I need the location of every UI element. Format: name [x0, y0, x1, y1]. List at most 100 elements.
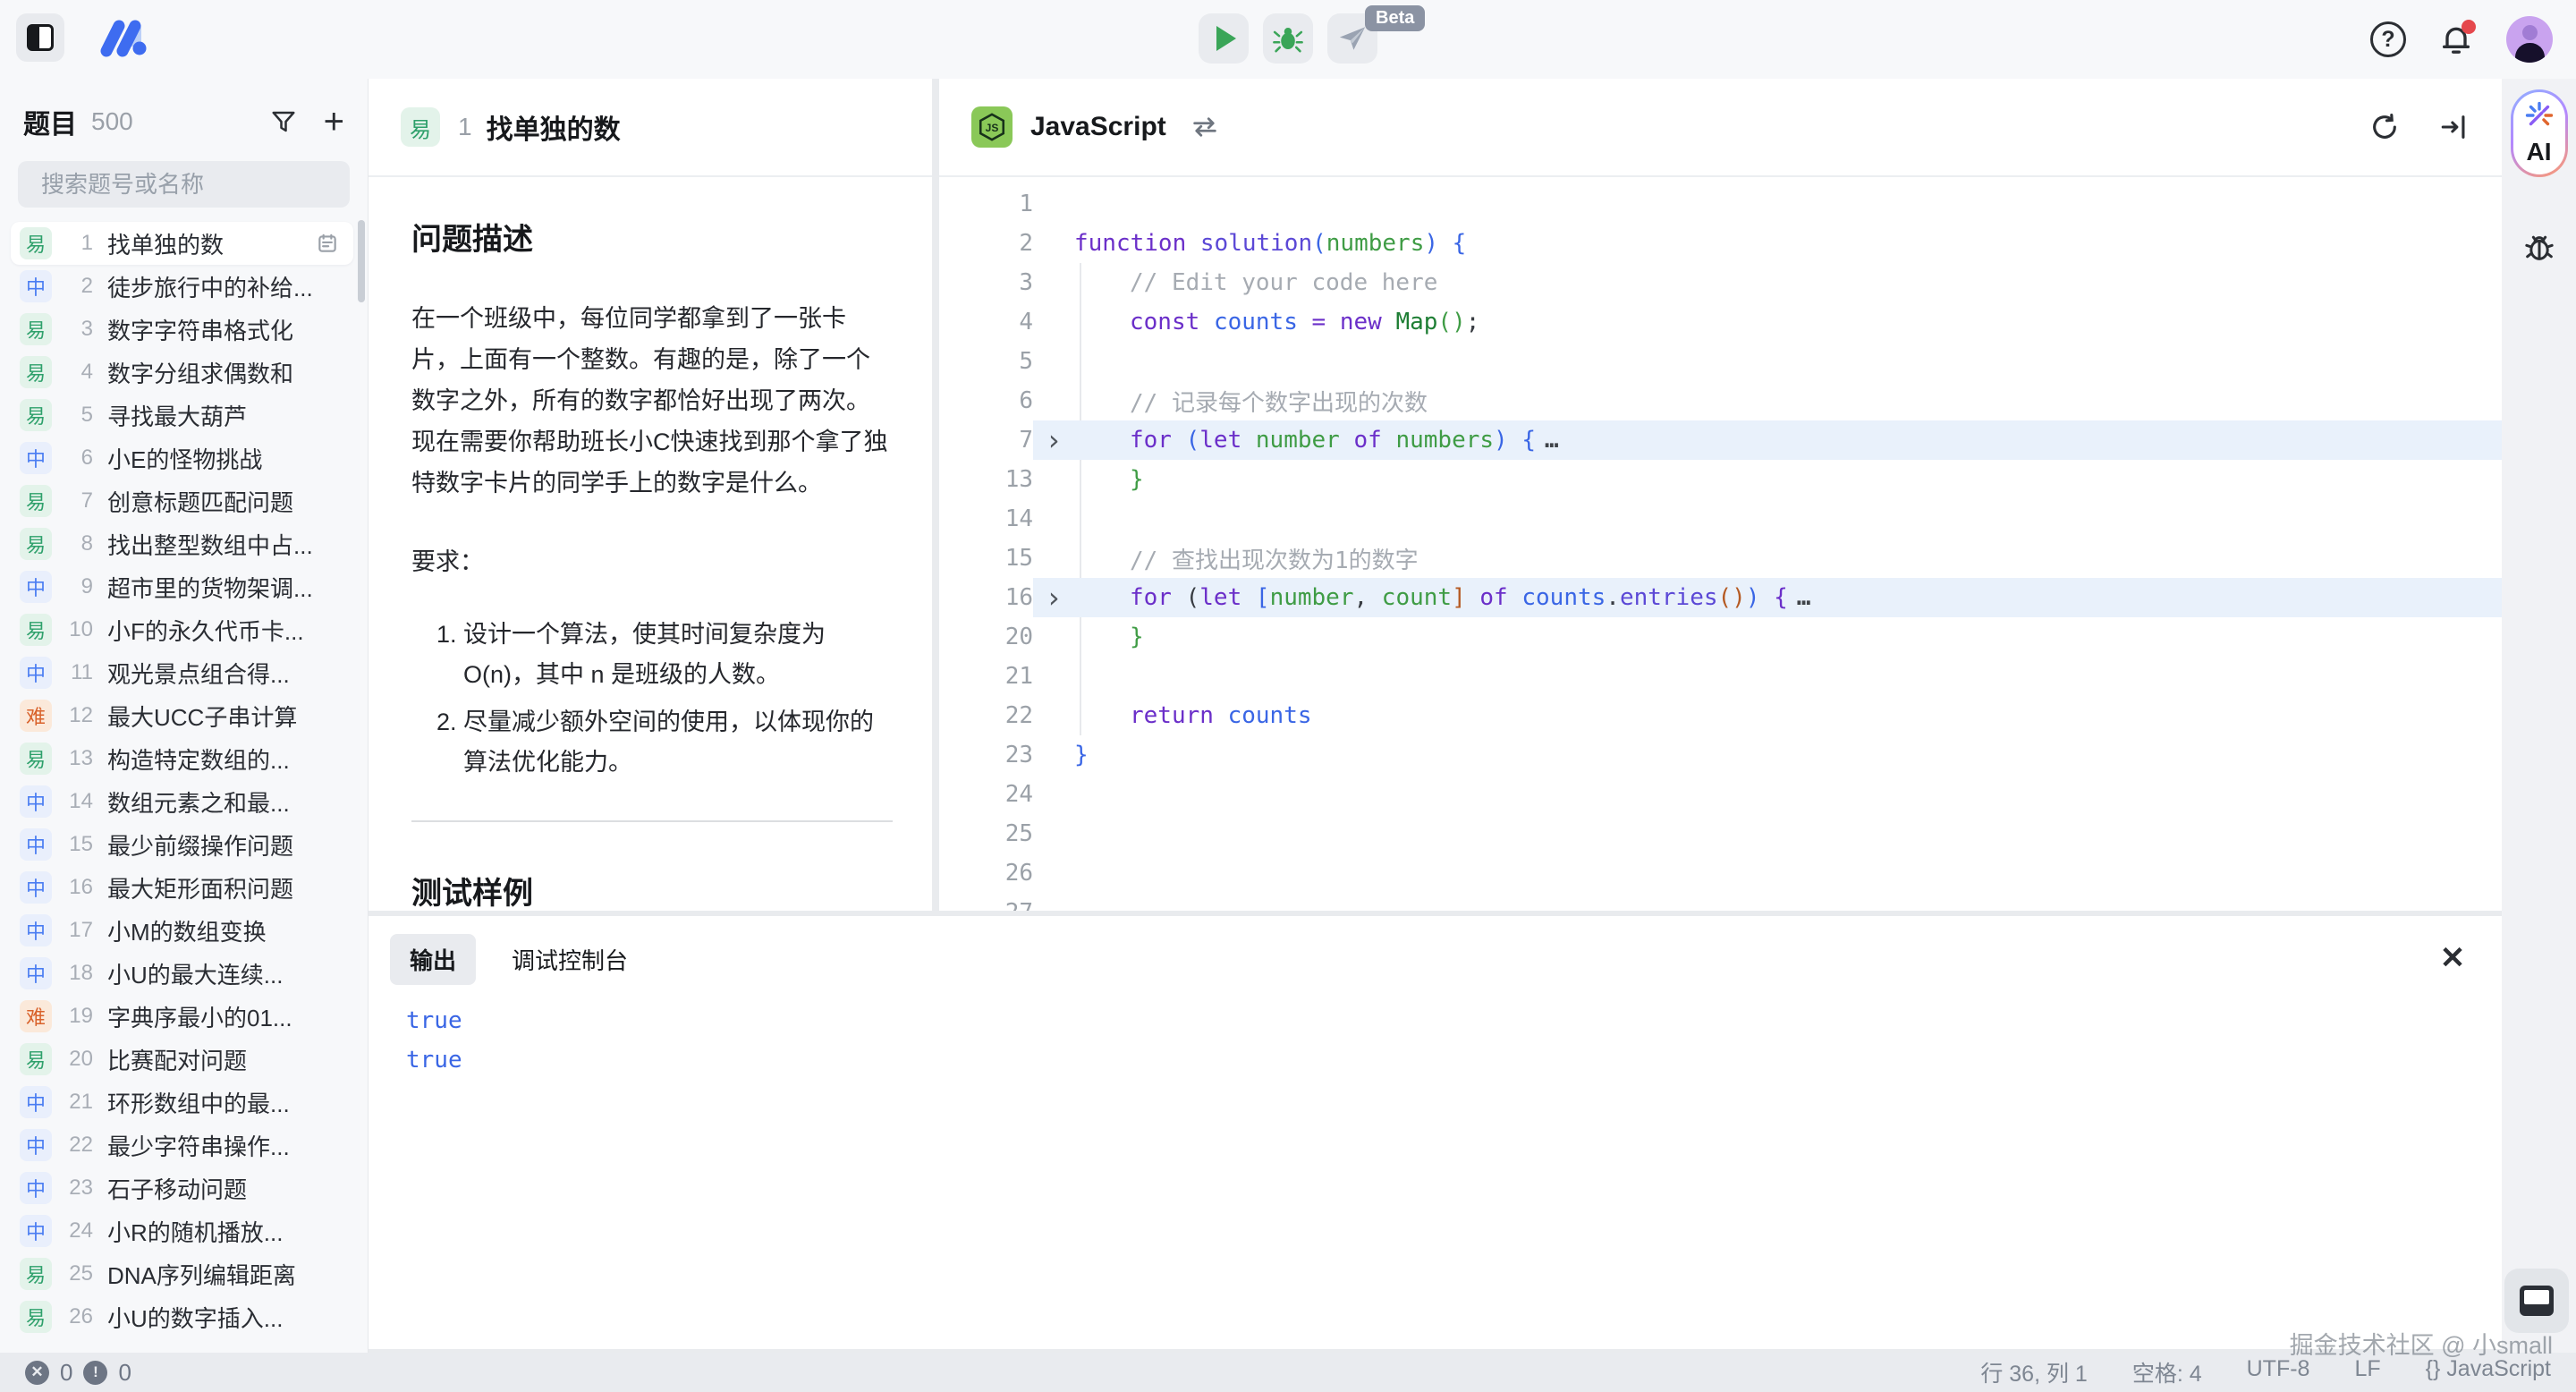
fold-chevron-icon[interactable]: › [1033, 583, 1074, 612]
problem-list-item[interactable]: 易7创意标题匹配问题 [0, 480, 368, 522]
line-number: 6 [939, 387, 1033, 414]
avatar-body [2515, 43, 2545, 63]
problem-list-item[interactable]: 中17小M的数组变换 [0, 909, 368, 952]
code-line[interactable]: 25 [939, 814, 2502, 853]
problem-list-item[interactable]: 易20比赛配对问题 [0, 1038, 368, 1081]
code-line[interactable]: 1 [939, 184, 2502, 224]
sidebar-header: 题目 500 + [0, 79, 368, 141]
run-button[interactable] [1199, 13, 1249, 64]
problem-number: 9 [52, 574, 93, 599]
problem-list-item[interactable]: 中16最大矩形面积问题 [0, 866, 368, 909]
layout-button[interactable] [2439, 112, 2470, 142]
avatar-head [2522, 25, 2538, 40]
difficulty-badge: 中 [20, 1172, 52, 1204]
problem-title: 观光景点组合得... [107, 657, 290, 690]
difficulty-badge: 易 [20, 528, 52, 560]
code-editor[interactable]: 12function solution(numbers) {3// Edit y… [939, 177, 2502, 911]
problem-number: 25 [52, 1261, 93, 1286]
code-line[interactable]: 22return counts [939, 696, 2502, 735]
code-line[interactable]: 2function solution(numbers) { [939, 224, 2502, 263]
code-line[interactable]: 3// Edit your code here [939, 263, 2502, 302]
code-line[interactable]: 20} [939, 617, 2502, 657]
code-text: const counts = new Map(); [1074, 309, 1479, 335]
problem-list-item[interactable]: 易13构造特定数组的... [0, 737, 368, 780]
problem-list-item[interactable]: 中15最少前缀操作问题 [0, 823, 368, 866]
code-line[interactable]: 6// 记录每个数字出现的次数 [939, 381, 2502, 420]
problem-list-item[interactable]: 中2徒步旅行中的补给... [0, 265, 368, 308]
reset-code-button[interactable] [2369, 112, 2400, 142]
code-text: } [1074, 466, 1144, 493]
status-item[interactable]: LF [2354, 1356, 2380, 1388]
code-line[interactable]: 14 [939, 499, 2502, 539]
code-line[interactable]: 4const counts = new Map(); [939, 302, 2502, 342]
status-item[interactable]: 空格: 4 [2132, 1356, 2202, 1388]
problem-title: 找单独的数 [107, 227, 224, 260]
requirement-label: 要求： [411, 541, 893, 582]
code-line[interactable]: 16›for (let [number, count] of counts.en… [939, 578, 2502, 617]
problem-number: 10 [52, 617, 93, 642]
switch-language-button[interactable] [1190, 112, 1220, 142]
problem-list-item[interactable]: 易3数字字符串格式化 [0, 308, 368, 351]
problem-list-item[interactable]: 中24小R的随机播放... [0, 1210, 368, 1252]
code-line[interactable]: 24 [939, 775, 2502, 814]
filter-button[interactable] [270, 108, 297, 135]
problem-list-item[interactable]: 易25DNA序列编辑距离 [0, 1252, 368, 1295]
code-line[interactable]: 13} [939, 460, 2502, 499]
code-line[interactable]: 5 [939, 342, 2502, 381]
help-button[interactable]: ? [2370, 21, 2406, 57]
folded-code-ellipsis[interactable]: … [1545, 427, 1559, 454]
code-line[interactable]: 21 [939, 657, 2502, 696]
difficulty-badge: 中 [20, 270, 52, 302]
tab-debug-console[interactable]: 调试控制台 [492, 934, 648, 985]
problem-list-item[interactable]: 中14数组元素之和最... [0, 780, 368, 823]
problem-sidebar: 题目 500 + 易1找单独的数中2徒步旅行中的补给...易3数字字符串格式化易… [0, 79, 369, 1353]
problem-list-item[interactable]: 易26小U的数字插入... [0, 1295, 368, 1338]
problem-title: 构造特定数组的... [107, 743, 290, 776]
status-item[interactable]: 行 36, 列 1 [1980, 1356, 2088, 1388]
search-input[interactable] [41, 171, 341, 199]
code-line[interactable]: 7›for (let number of numbers) {… [939, 420, 2502, 460]
problem-title: 数组元素之和最... [107, 785, 290, 819]
problem-list-item[interactable]: 难19字典序最小的01... [0, 995, 368, 1038]
problem-list-item[interactable]: 易1找单独的数 [11, 222, 353, 265]
sidebar-toggle-button[interactable] [16, 13, 64, 62]
fold-chevron-icon[interactable]: › [1033, 426, 1074, 454]
problem-list-item[interactable]: 中18小U的最大连续... [0, 952, 368, 995]
folded-code-ellipsis[interactable]: … [1797, 584, 1811, 611]
problem-number: 20 [52, 1047, 93, 1072]
problem-list-item[interactable]: 中11观光景点组合得... [0, 651, 368, 694]
debug-button[interactable] [1263, 13, 1313, 64]
code-line[interactable]: 23} [939, 735, 2502, 775]
problem-list-item[interactable]: 易8找出整型数组中占... [0, 522, 368, 565]
panel-left-icon [27, 24, 54, 51]
notifications-button[interactable] [2438, 21, 2474, 57]
ai-assistant-button[interactable]: AI [2511, 89, 2568, 177]
nodejs-icon: JS [971, 106, 1013, 148]
problem-number: 18 [52, 961, 93, 986]
search-box[interactable] [18, 161, 350, 208]
code-line[interactable]: 26 [939, 853, 2502, 893]
problem-list-item[interactable]: 难12最大UCC子串计算 [0, 694, 368, 737]
problem-list-item[interactable]: 中22最少字符串操作... [0, 1124, 368, 1167]
problem-list-item[interactable]: 中23石子移动问题 [0, 1167, 368, 1210]
code-line[interactable]: 15// 查找出现次数为1的数字 [939, 539, 2502, 578]
problem-list-item[interactable]: 中21环形数组中的最... [0, 1081, 368, 1124]
user-avatar[interactable] [2506, 16, 2553, 63]
toggle-bottom-panel-button[interactable] [2504, 1269, 2569, 1333]
rail-debug-button[interactable] [2521, 229, 2558, 265]
description-heading: 问题描述 [411, 215, 893, 259]
problem-list-item[interactable]: 易4数字分组求偶数和 [0, 351, 368, 394]
status-item[interactable]: {} JavaScript [2426, 1356, 2551, 1388]
problem-list-item[interactable]: 易10小F的永久代币卡... [0, 608, 368, 651]
problem-list-item[interactable]: 易5寻找最大葫芦 [0, 394, 368, 437]
status-item[interactable]: UTF-8 [2247, 1356, 2310, 1388]
code-line[interactable]: 27 [939, 893, 2502, 911]
add-problem-button[interactable]: + [324, 104, 344, 140]
problems-summary[interactable]: ✕ 0 ! 0 [25, 1359, 131, 1387]
difficulty-badge: 易 [20, 313, 52, 345]
sidebar-scrollbar[interactable] [358, 220, 365, 302]
problem-list-item[interactable]: 中9超市里的货物架调... [0, 565, 368, 608]
close-output-button[interactable]: ✕ [2437, 943, 2468, 973]
tab-output[interactable]: 输出 [390, 934, 476, 985]
problem-list-item[interactable]: 中6小E的怪物挑战 [0, 437, 368, 480]
